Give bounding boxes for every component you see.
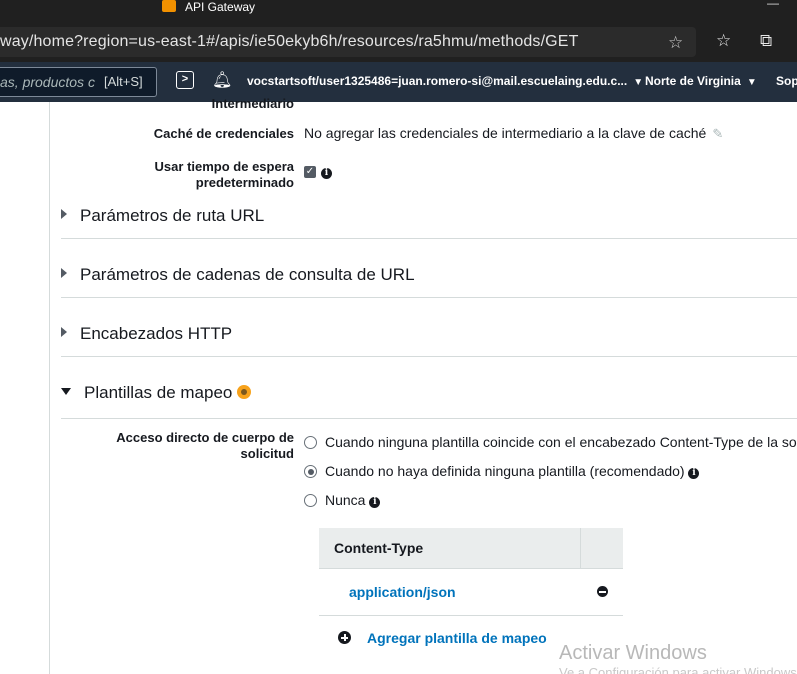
windows-activation-watermark: Activar Windows [559,642,707,664]
add-mapping-template-label: Agregar plantilla de mapeo [367,630,547,646]
support-menu[interactable]: Sop [776,74,797,88]
passthrough-radio-when-no-match[interactable] [304,436,317,449]
url-text[interactable]: way/home?region=us-east-1#/apis/ie50ekyb… [0,33,579,51]
passthrough-option-label: Cuando ninguna plantilla coincide con el… [325,434,797,450]
account-name: vocstartsoft/user1325486=juan.romero-si@… [247,74,628,88]
remove-template-icon[interactable] [597,586,608,597]
credentials-cache-text: No agregar las credenciales de intermedi… [304,125,707,141]
expand-triangle-icon [61,209,67,219]
browser-toolbar: way/home?region=us-east-1#/apis/ie50ekyb… [0,22,797,62]
info-icon[interactable]: i [321,168,332,179]
mapping-templates-header[interactable]: Plantillas de mapeo [61,383,252,403]
search-input[interactable]: as, productos c [Alt+S] [0,67,157,97]
content-type-table-header: Content-Type [319,528,623,569]
credentials-cache-label: Caché de credenciales [153,126,294,141]
info-icon[interactable]: i [688,468,700,479]
add-favorite-icon[interactable]: ☆ [668,33,683,53]
default-timeout-label-line2: predeterminado [195,175,294,190]
browser-titlebar: API Gateway — [0,0,797,22]
section-divider [61,356,797,357]
search-shortcut: [Alt+S] [104,74,143,89]
passthrough-option-label: Cuando no haya definida ninguna plantill… [325,463,685,479]
aws-console-nav: as, productos c [Alt+S] > 🔔︎ vocstartsof… [0,62,797,102]
passthrough-option-when-no-templates[interactable]: Cuando no haya definida ninguna plantill… [325,463,700,479]
section-divider [61,297,797,298]
chevron-down-icon: ▼ [746,77,757,88]
passthrough-label-line2: solicitud [240,446,294,461]
region-menu[interactable]: Norte de Virginia ▼ [645,74,757,88]
passthrough-option-when-no-match[interactable]: Cuando ninguna plantilla coincide con el… [325,434,797,450]
passthrough-radio-when-no-templates[interactable] [304,465,317,478]
content-type-link[interactable]: application/json [349,584,456,600]
http-headers-header[interactable]: Encabezados HTTP [61,324,232,344]
close-icon[interactable]: — [767,0,779,10]
expand-triangle-icon [61,327,67,337]
mapping-templates-title: Plantillas de mapeo [84,383,233,402]
credentials-cache-value: No agregar las credenciales de intermedi… [304,125,723,142]
edit-pencil-icon[interactable]: ✎ [712,126,723,141]
section-divider [61,238,797,239]
passthrough-label-line1: Acceso directo de cuerpo de [116,430,294,445]
region-name: Norte de Virginia [645,74,741,88]
http-headers-title: Encabezados HTTP [80,324,233,343]
status-indicator-icon [237,385,252,399]
method-integration-panel: Intermediario Caché de credenciales No a… [0,96,797,674]
windows-activation-subtitle: Ve a Configuración para activar Windows [559,665,797,674]
passthrough-option-label: Nunca [325,492,366,508]
url-path-params-header[interactable]: Parámetros de ruta URL [61,206,264,226]
browser-tab-title[interactable]: API Gateway [185,0,255,15]
chevron-down-icon: ▼ [633,77,644,88]
default-timeout-label: Usar tiempo de espera predeterminado [110,159,294,191]
account-menu[interactable]: vocstartsoft/user1325486=juan.romero-si@… [247,74,643,88]
url-path-params-title: Parámetros de ruta URL [80,206,265,225]
default-timeout-label-line1: Usar tiempo de espera [154,159,294,174]
notifications-bell-icon[interactable]: 🔔︎ [212,70,232,90]
default-timeout-checkbox[interactable]: ✓ [304,166,316,178]
url-query-params-title: Parámetros de cadenas de consulta de URL [80,265,415,284]
intermediary-label: Intermediario [211,96,294,111]
passthrough-label: Acceso directo de cuerpo de solicitud [90,430,294,462]
search-placeholder: as, productos c [0,74,95,90]
table-row: application/json [319,568,623,616]
column-divider [580,528,581,568]
api-gateway-tab-icon [162,0,176,12]
address-bar[interactable]: way/home?region=us-east-1#/apis/ie50ekyb… [0,27,696,57]
expand-triangle-icon [61,268,67,278]
passthrough-option-never[interactable]: Nunca i [325,492,381,508]
url-query-params-header[interactable]: Parámetros de cadenas de consulta de URL [61,265,415,285]
passthrough-radio-never[interactable] [304,494,317,507]
collections-icon[interactable]: ⧉ [760,31,772,51]
collapse-triangle-icon [61,388,71,395]
favorites-icon[interactable]: ☆ [716,31,731,51]
info-icon[interactable]: i [369,497,381,508]
cloudshell-icon[interactable]: > [176,71,194,89]
section-divider [61,418,797,419]
content-type-column-header: Content-Type [334,540,424,556]
add-circle-icon [338,631,351,644]
left-divider [49,102,50,674]
